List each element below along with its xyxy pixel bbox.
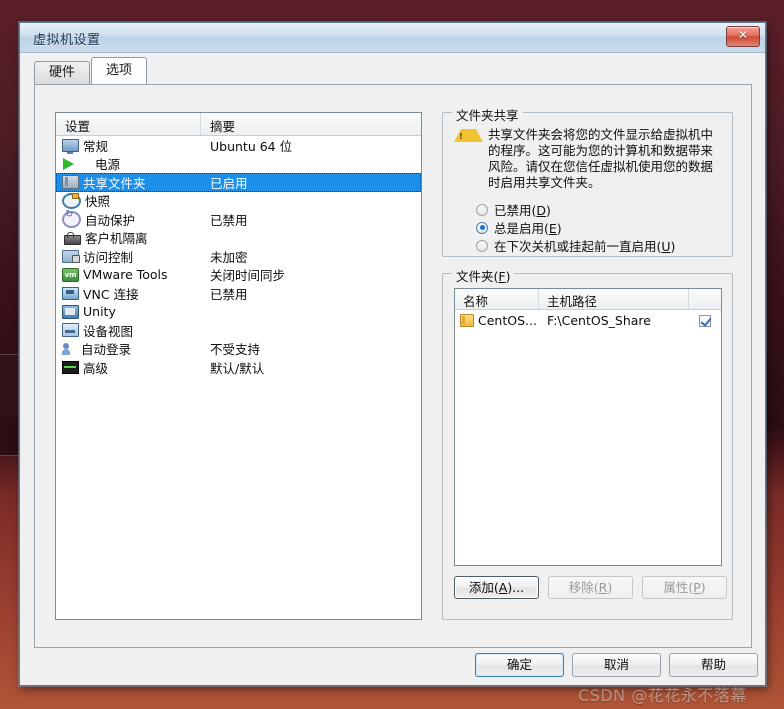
column-header-enabled	[689, 289, 721, 309]
list-item[interactable]: 常规 Ubuntu 64 位	[56, 136, 421, 155]
tab-hardware[interactable]: 硬件	[34, 61, 91, 84]
list-item[interactable]: 访问控制 未加密	[56, 247, 421, 266]
list-item[interactable]: 客户机隔离	[56, 229, 421, 248]
list-item[interactable]: 电源	[56, 155, 421, 174]
radio-label: 已禁用(D)	[494, 203, 551, 218]
list-item[interactable]: Unity	[56, 303, 421, 322]
list-item-summary: 关闭时间同步	[210, 268, 286, 284]
list-item[interactable]: 高级 默认/默认	[56, 358, 421, 377]
folder-enabled-cell	[689, 314, 721, 327]
radio-until-shutdown[interactable]: 在下次关机或挂起前一直启用(U)	[476, 236, 675, 255]
access-control-icon	[62, 249, 80, 263]
title-bar: 虚拟机设置 ✕	[20, 23, 765, 53]
lock-icon	[64, 231, 81, 245]
list-item-label: 客户机隔离	[85, 231, 148, 247]
list-item-summary: 已禁用	[210, 286, 248, 302]
autoprotect-icon	[62, 209, 81, 228]
folders-table-header: 名称 主机路径	[455, 289, 721, 310]
sharing-warning-text: 共享文件夹会将您的文件显示给虚拟机中的程序。这可能为您的计算机和数据带来风险。请…	[488, 127, 714, 190]
list-item[interactable]: 自动保护 已禁用	[56, 209, 421, 229]
settings-list-header: 设置 摘要	[56, 113, 421, 136]
close-icon[interactable]: ✕	[726, 26, 760, 47]
list-item-summary: 已启用	[210, 175, 248, 191]
column-header-setting: 设置	[56, 113, 201, 135]
list-item[interactable]: VNC 连接 已禁用	[56, 284, 421, 303]
warning-icon	[454, 129, 483, 142]
add-folder-button[interactable]: 添加(A)...	[454, 576, 539, 599]
folder-icon	[62, 175, 79, 190]
vnc-icon	[62, 287, 79, 301]
list-item-label: 共享文件夹	[83, 175, 146, 191]
folder-yellow-icon	[460, 314, 474, 327]
remove-folder-button[interactable]: 移除(R)	[548, 576, 633, 599]
folder-sharing-legend: 文件夹共享	[452, 105, 523, 124]
ok-button[interactable]: 确定	[475, 653, 564, 677]
list-item-label: VNC 连接	[83, 286, 139, 302]
vm-settings-dialog: 虚拟机设置 ✕ 硬件 选项 设置 摘要 常规 Ubuntu 64 位 电源 共享…	[19, 22, 766, 686]
list-item-summary: Ubuntu 64 位	[210, 138, 293, 154]
advanced-icon	[62, 361, 79, 375]
list-item-summary: 已禁用	[210, 212, 248, 228]
list-item-label: 常规	[83, 138, 109, 154]
folders-table[interactable]: 名称 主机路径 CentOS... F:\CentOS_Share	[454, 288, 722, 566]
list-item-label: 电源	[95, 157, 121, 173]
radio-always-enabled[interactable]: 总是启用(E)	[476, 218, 562, 237]
list-item-summary: 未加密	[210, 249, 248, 265]
list-item[interactable]: 自动登录 不受支持	[56, 340, 421, 359]
list-item-label: 高级	[83, 360, 109, 376]
radio-label: 总是启用(E)	[494, 221, 562, 236]
window-title: 虚拟机设置	[33, 33, 101, 48]
tab-options[interactable]: 选项	[91, 57, 148, 84]
radio-label: 在下次关机或挂起前一直启用(U)	[494, 239, 676, 254]
list-item-label: 设备视图	[83, 323, 134, 339]
folders-group: 文件夹(F) 名称 主机路径 CentOS... F:\CentOS_Share	[442, 266, 733, 620]
list-item-label: 访问控制	[83, 249, 134, 265]
folder-name: CentOS...	[478, 313, 537, 328]
folder-host-path: F:\CentOS_Share	[547, 313, 651, 328]
cancel-button[interactable]: 取消	[572, 653, 661, 677]
column-header-name: 名称	[455, 289, 539, 309]
column-header-summary: 摘要	[210, 119, 236, 134]
folders-legend: 文件夹(F)	[452, 266, 515, 285]
vmware-tools-icon: vm	[62, 267, 79, 282]
folder-name-cell: CentOS...	[455, 313, 539, 328]
watermark: CSDN @花花永不落幕	[578, 686, 747, 705]
radio-button	[476, 221, 488, 234]
options-tab-panel: 设置 摘要 常规 Ubuntu 64 位 电源 共享文件夹 已启用 快照 自动保…	[34, 84, 752, 648]
list-item-label: 快照	[85, 194, 111, 210]
list-item-summary: 不受支持	[210, 342, 261, 358]
list-item-shared-folders[interactable]: 共享文件夹 已启用	[56, 173, 421, 192]
monitor-icon	[62, 139, 79, 155]
folder-enabled-checkbox[interactable]	[699, 314, 711, 327]
unity-icon	[62, 304, 79, 319]
list-item[interactable]: vm VMware Tools 关闭时间同步	[56, 266, 421, 285]
list-item-label: 自动保护	[85, 212, 136, 228]
folder-properties-button[interactable]: 属性(P)	[642, 576, 727, 599]
power-play-icon	[63, 157, 89, 170]
help-button[interactable]: 帮助	[669, 653, 758, 677]
settings-list[interactable]: 设置 摘要 常规 Ubuntu 64 位 电源 共享文件夹 已启用 快照 自动保…	[55, 112, 422, 620]
list-item-label: 自动登录	[81, 342, 132, 358]
list-item[interactable]: 快照	[56, 192, 421, 211]
radio-button	[476, 239, 488, 252]
list-item[interactable]: 设备视图	[56, 321, 421, 340]
sharing-warning: 共享文件夹会将您的文件显示给虚拟机中的程序。这可能为您的计算机和数据带来风险。请…	[454, 127, 722, 191]
autologin-icon	[62, 342, 77, 355]
list-item-label: Unity	[83, 304, 116, 320]
column-header-host-path: 主机路径	[539, 289, 689, 309]
snapshot-icon	[62, 192, 81, 209]
list-item-label: VMware Tools	[83, 267, 168, 283]
list-item-summary: 默认/默认	[210, 360, 265, 376]
dialog-footer: 确定 取消 帮助	[20, 645, 765, 685]
radio-button	[476, 203, 488, 216]
device-view-icon	[62, 323, 79, 338]
table-row[interactable]: CentOS... F:\CentOS_Share	[455, 310, 721, 331]
close-icon-glyph: ✕	[737, 28, 749, 42]
radio-disabled[interactable]: 已禁用(D)	[476, 200, 551, 219]
folder-sharing-group: 文件夹共享 共享文件夹会将您的文件显示给虚拟机中的程序。这可能为您的计算机和数据…	[442, 105, 733, 257]
